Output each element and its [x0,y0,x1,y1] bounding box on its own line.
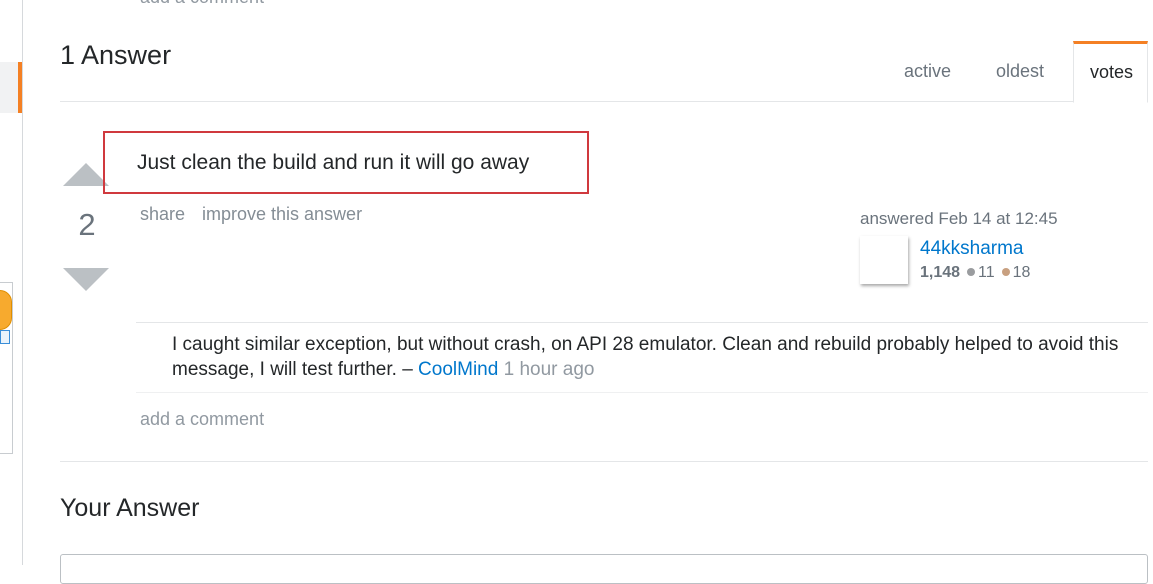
bronze-badge-icon [1001,268,1010,277]
user-name-link[interactable]: 44kksharma [920,238,1024,260]
comments-top-divider [136,322,1148,323]
comment-body: I caught similar exception, but without … [172,334,1119,380]
comments-bottom-divider [136,392,1148,393]
question-add-comment-link[interactable]: add a comment [140,0,264,8]
downvote-arrow-icon[interactable] [63,268,109,291]
user-avatar[interactable] [860,236,908,284]
comment-user-link[interactable]: CoolMind [418,359,498,380]
answered-timestamp[interactable]: answered Feb 14 at 12:45 [860,209,1058,229]
answer-body-text: Just clean the build and run it will go … [137,151,530,174]
reputation-score: 1,148 [920,264,961,281]
add-comment-link[interactable]: add a comment [140,409,264,430]
tab-votes-label: votes [1090,62,1134,82]
comment-date[interactable]: 1 hour ago [504,359,595,380]
left-checkbox-icon[interactable] [0,330,10,344]
silver-badge-count: 11 [978,264,995,281]
answers-count-title: 1 Answer [60,40,172,70]
your-answer-heading: Your Answer [60,494,200,522]
improve-answer-link[interactable]: improve this answer [202,204,362,225]
comment-item: I caught similar exception, but without … [172,332,1132,382]
answer-body-highlight: Just clean the build and run it will go … [103,131,589,194]
user-reputation-row: 1,148 11 18 [920,264,1030,282]
answer-divider [60,461,1148,462]
tab-active[interactable]: active [904,61,951,82]
tab-votes[interactable]: votes [1073,41,1148,103]
silver-badge-icon [967,268,976,277]
answers-header-divider [60,101,1148,102]
left-sidebar-active-item[interactable] [0,62,22,113]
share-link[interactable]: share [140,204,185,225]
tab-oldest[interactable]: oldest [996,61,1044,82]
answer-editor-box[interactable] [60,554,1148,584]
vote-count: 2 [78,207,96,242]
bronze-badge-count: 18 [1012,264,1031,281]
left-badge-icon [0,290,12,330]
comment-separator: – [396,359,419,380]
